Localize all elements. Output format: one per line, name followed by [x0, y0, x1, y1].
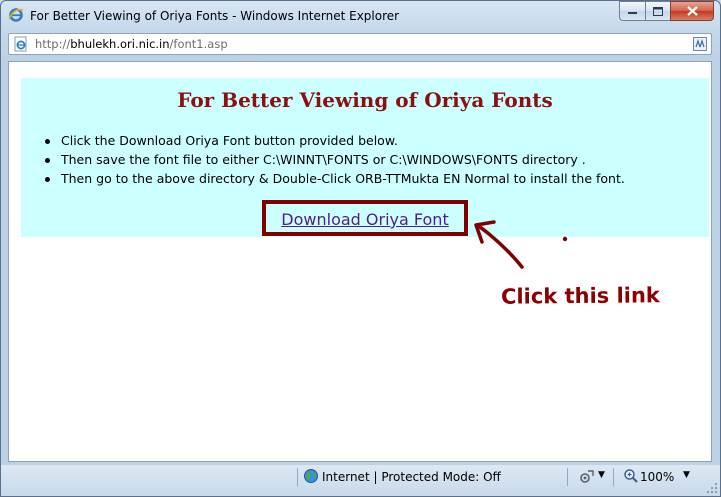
chevron-down-icon[interactable]: ▼: [683, 470, 690, 480]
status-separator: [297, 468, 298, 486]
instructions-panel: For Better Viewing of Oriya Fonts Click …: [21, 78, 709, 237]
browser-window: For Better Viewing of Oriya Fonts - Wind…: [0, 0, 721, 497]
instruction-item: Click the Download Oriya Font button pro…: [45, 133, 625, 152]
status-bar: Internet | Protected Mode: Off ▼ 100% ▼: [1, 465, 720, 496]
title-bar[interactable]: For Better Viewing of Oriya Fonts - Wind…: [1, 1, 720, 31]
ie-page-icon: [14, 36, 27, 52]
close-button[interactable]: [670, 1, 714, 21]
address-url[interactable]: http://bhulekh.ori.nic.in/font1.asp: [35, 37, 228, 51]
window-title: For Better Viewing of Oriya Fonts - Wind…: [30, 9, 400, 23]
page-heading: For Better Viewing of Oriya Fonts: [177, 88, 553, 112]
caption-buttons: [619, 1, 714, 21]
download-link-highlight: Download Oriya Font: [262, 200, 468, 236]
protected-mode-settings-icon[interactable]: [579, 468, 595, 484]
maximize-button[interactable]: [645, 1, 670, 21]
resize-grip-icon[interactable]: [706, 482, 718, 494]
close-icon: [686, 6, 698, 16]
minimize-icon: [628, 12, 637, 14]
instruction-item: Then save the font file to either C:\WIN…: [45, 152, 625, 171]
status-separator: [567, 468, 568, 486]
minimize-button[interactable]: [619, 1, 645, 21]
instructions-list: Click the Download Oriya Font button pro…: [45, 133, 625, 190]
zoom-level[interactable]: 100%: [640, 470, 674, 484]
url-host: bhulekh.ori.nic.in: [70, 37, 170, 51]
security-zone-label[interactable]: Internet | Protected Mode: Off: [322, 470, 501, 484]
ie-logo-icon[interactable]: [8, 7, 24, 23]
status-separator: [613, 468, 614, 486]
download-oriya-font-link[interactable]: Download Oriya Font: [266, 210, 464, 229]
instruction-item: Then go to the above directory & Double-…: [45, 171, 625, 190]
maximize-icon: [653, 6, 663, 16]
url-path: /font1.asp: [169, 37, 228, 51]
page-content: For Better Viewing of Oriya Fonts Click …: [8, 61, 712, 462]
compatibility-view-icon[interactable]: [692, 36, 708, 52]
url-prefix: http://: [35, 37, 71, 51]
zoom-icon[interactable]: [623, 468, 639, 484]
globe-icon[interactable]: [303, 468, 319, 484]
chevron-down-icon[interactable]: ▼: [598, 470, 605, 480]
address-bar[interactable]: http://bhulekh.ori.nic.in/font1.asp: [8, 33, 712, 55]
click-this-link-annotation: Click this link: [500, 283, 660, 309]
annotation-dot: [562, 236, 568, 242]
